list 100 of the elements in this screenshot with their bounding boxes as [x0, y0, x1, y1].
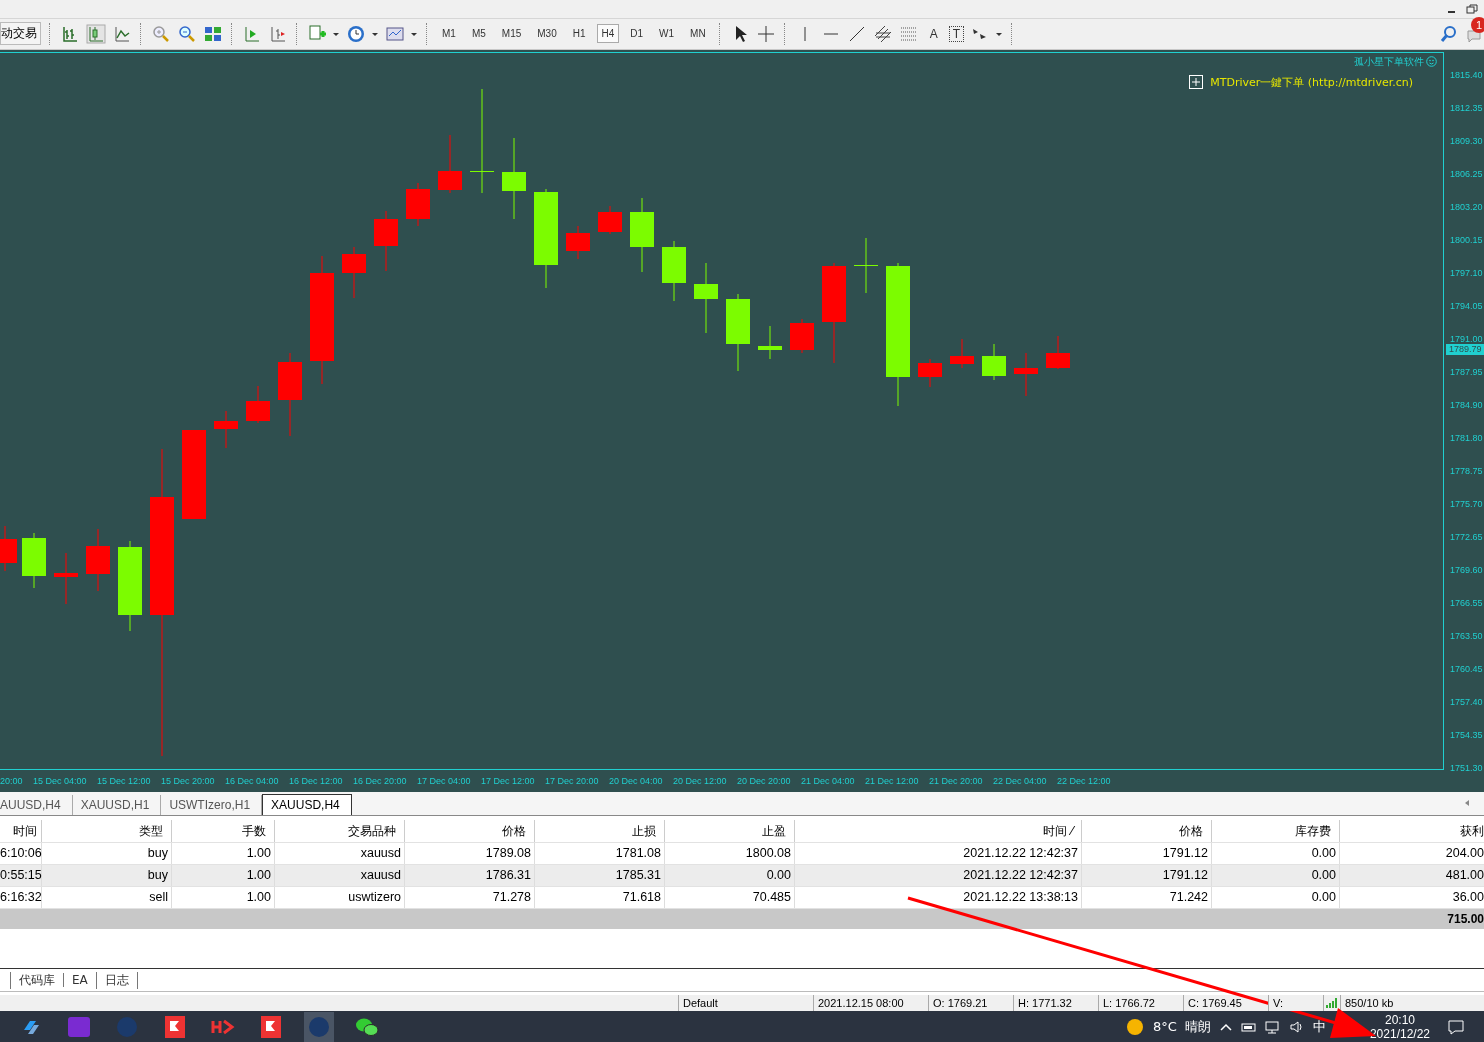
- table-cell-text: 204.00: [1444, 844, 1484, 862]
- candle: [342, 246, 366, 299]
- price-tick-label: 1766.55: [1449, 596, 1484, 610]
- timeframe-button[interactable]: W1: [654, 24, 680, 44]
- price-tick-label: 1791.00: [1449, 332, 1484, 346]
- table-cell: 70.485: [665, 886, 795, 908]
- channel-icon[interactable]: [872, 23, 893, 44]
- column-header[interactable]: 获利: [1340, 819, 1484, 842]
- price-tick-label: 1769.60: [1449, 563, 1484, 577]
- expand-icon[interactable]: [1189, 75, 1204, 90]
- price-tick-label: 1772.65: [1449, 530, 1484, 544]
- time-axis-label: 20 Dec 04:00: [609, 775, 664, 786]
- candle: [22, 532, 46, 589]
- search-icon[interactable]: [1440, 24, 1458, 43]
- table-cell: 1786.31: [405, 864, 535, 886]
- timeframe-button[interactable]: H1: [567, 24, 591, 44]
- chart-tab[interactable]: XAUUSD,H4: [262, 793, 352, 815]
- current-price-tag: 1789.79: [1446, 343, 1484, 355]
- time-axis-label: 21 Dec 04:00: [801, 775, 856, 786]
- table-cell: 71.278: [405, 886, 535, 908]
- candle: [694, 262, 718, 334]
- table-cell: 0:55:15: [0, 864, 42, 886]
- text-label-tool-button[interactable]: T: [948, 25, 965, 42]
- column-header[interactable]: 时间 ⁄: [795, 819, 1082, 842]
- candle: [1046, 335, 1070, 370]
- column-header[interactable]: 库存费: [1212, 819, 1340, 842]
- candle: [1014, 352, 1038, 397]
- table-cell: 0.00: [1212, 886, 1340, 908]
- table-cell: buy: [42, 864, 172, 886]
- network-icon[interactable]: [1264, 1019, 1281, 1034]
- restore-icon[interactable]: [1464, 1, 1480, 16]
- table-cell: 2021.12.22 12:42:37: [795, 864, 1082, 886]
- terminal-tab[interactable]: 代码库: [10, 971, 63, 989]
- timeframe-button[interactable]: M30: [532, 24, 562, 44]
- table-cell: buy: [42, 842, 172, 864]
- table-cell: 2021.12.22 12:42:37: [795, 842, 1082, 864]
- table-cell: 0.00: [1212, 864, 1340, 886]
- plugin-label[interactable]: MTDriver一鍵下单 (http://mtdriver.cn): [1210, 74, 1413, 90]
- time-axis-label: 17 Dec 12:00: [481, 775, 536, 786]
- terminal-tab[interactable]: 日志: [95, 971, 138, 989]
- price-tick-label: 1812.35: [1449, 101, 1484, 115]
- time-axis-label: 21 Dec 12:00: [865, 775, 920, 786]
- table-cell: 71.618: [535, 886, 665, 908]
- text-tool-button[interactable]: A: [924, 24, 943, 43]
- candle: [54, 552, 78, 605]
- table-cell: 1791.12: [1082, 864, 1212, 886]
- column-header[interactable]: 止损: [535, 819, 665, 842]
- table-cell: 6:10:06: [0, 842, 42, 864]
- price-tick-label: 1800.15: [1449, 233, 1484, 247]
- time-axis-label: 20 Dec 12:00: [673, 775, 728, 786]
- timeframe-button[interactable]: D1: [625, 24, 649, 44]
- candle: [246, 385, 270, 424]
- crosshair-icon[interactable]: [755, 23, 776, 44]
- chart-tab[interactable]: AUUSD,H4: [0, 794, 73, 815]
- column-header[interactable]: 交易品种: [275, 819, 405, 842]
- terminal-tab[interactable]: EA: [63, 973, 96, 988]
- column-header[interactable]: 手数: [172, 819, 275, 842]
- timeframe-button[interactable]: H4: [596, 24, 620, 44]
- candle: [0, 525, 17, 572]
- table-cell: 1.00: [172, 842, 275, 864]
- software-label: 孤小星下单软件: [1354, 54, 1424, 69]
- chart-tab[interactable]: XAUUSD,H1: [72, 794, 162, 815]
- time-axis-label: 22 Dec 04:00: [993, 775, 1048, 786]
- speaker-icon[interactable]: [1288, 1019, 1305, 1034]
- price-tick-label: 1757.40: [1449, 695, 1484, 709]
- timeframe-button[interactable]: M5: [466, 24, 491, 44]
- candlestick-icon[interactable]: [86, 23, 106, 44]
- price-tick-label: 1803.20: [1449, 200, 1484, 214]
- timeframe-button[interactable]: M15: [496, 24, 527, 44]
- price-tick-label: 1781.80: [1449, 431, 1484, 445]
- clock-time[interactable]: 20:10: [1384, 1012, 1415, 1027]
- table-cell: 1781.08: [535, 842, 665, 864]
- timeframe-button[interactable]: M1: [437, 24, 461, 44]
- candle: [790, 318, 814, 354]
- price-tick-label: 1751.30: [1449, 761, 1484, 775]
- price-tick-label: 1778.75: [1449, 464, 1484, 478]
- column-header[interactable]: 价格: [405, 819, 535, 842]
- price-tick-label: 1760.45: [1449, 662, 1484, 676]
- column-header[interactable]: 时间: [0, 819, 42, 842]
- clock-date[interactable]: 2021/12/22: [1369, 1026, 1430, 1041]
- table-cell: 1.00: [172, 886, 275, 908]
- clock-icon[interactable]: [346, 23, 366, 44]
- table-cell-text: 36.00: [1451, 888, 1484, 906]
- column-header[interactable]: 价格: [1082, 819, 1212, 842]
- weather-condition: 晴朗: [1184, 1017, 1211, 1036]
- table-cell: 6:16:32: [0, 886, 42, 908]
- column-header[interactable]: 止盈: [665, 819, 795, 842]
- time-axis-label: 21 Dec 20:00: [929, 775, 984, 786]
- table-cell: 71.242: [1082, 886, 1212, 908]
- zoom-out-icon[interactable]: [177, 23, 197, 44]
- sun-icon: [1125, 1016, 1146, 1037]
- candle: [950, 338, 974, 369]
- table-cell: xauusd: [275, 842, 405, 864]
- auto-trading-button[interactable]: 动交易: [0, 22, 41, 46]
- price-tick-label: 1809.30: [1449, 134, 1484, 148]
- column-header[interactable]: 类型: [42, 819, 172, 842]
- time-axis-label: 22 Dec 12:00: [1057, 775, 1112, 786]
- input-method-indicator[interactable]: 中: [1312, 1017, 1326, 1036]
- table-cell-text: 481.00: [1444, 866, 1484, 884]
- timeframe-button[interactable]: MN: [685, 24, 711, 44]
